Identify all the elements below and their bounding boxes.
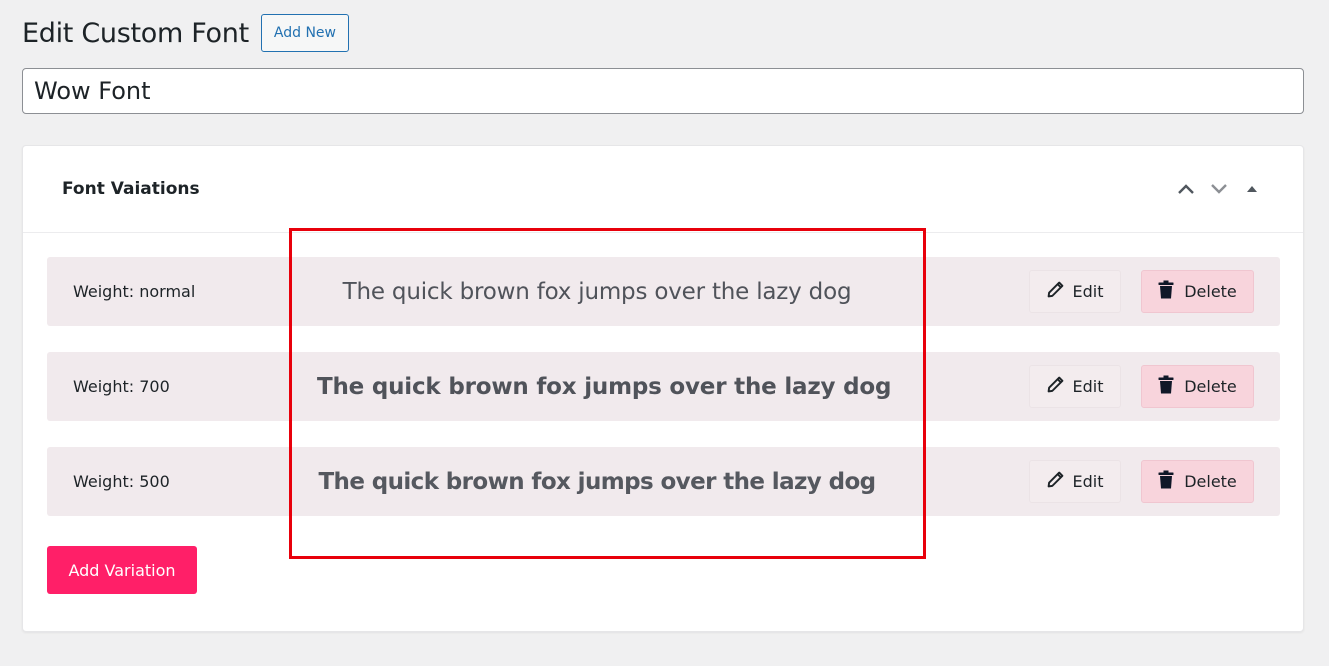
variation-weight-label: Weight: normal [73,282,196,301]
variation-row: Weight: 700 The quick brown fox jumps ov… [47,352,1280,421]
page-heading: Edit Custom Font Add New [22,14,349,52]
toggle-panel-button[interactable] [1238,176,1265,202]
variation-preview-text: The quick brown fox jumps over the lazy … [342,278,852,305]
edit-label: Edit [1072,377,1104,396]
font-variations-panel: Font Vaiations Weight: normal The quick … [22,145,1304,632]
edit-variation-button[interactable]: Edit [1029,365,1121,408]
page-title: Edit Custom Font [22,17,249,49]
chevron-down-icon [1210,183,1228,195]
add-variation-button[interactable]: Add Variation [47,546,197,594]
edit-label: Edit [1072,472,1104,491]
edit-variation-button[interactable]: Edit [1029,460,1121,503]
delete-label: Delete [1184,282,1237,301]
move-up-button[interactable] [1172,176,1199,202]
pencil-icon [1047,471,1064,492]
delete-variation-button[interactable]: Delete [1141,270,1254,313]
variation-preview-text: The quick brown fox jumps over the lazy … [318,468,876,495]
variations-list: Weight: normal The quick brown fox jumps… [47,257,1280,542]
page: Edit Custom Font Add New Font Vaiations [0,0,1329,666]
delete-label: Delete [1184,377,1237,396]
trash-icon [1158,470,1174,493]
pencil-icon [1047,281,1064,302]
variation-row: Weight: normal The quick brown fox jumps… [47,257,1280,326]
panel-title: Font Vaiations [62,179,200,199]
variation-weight-label: Weight: 500 [73,472,170,491]
row-actions: Edit Delete [1029,270,1254,313]
delete-variation-button[interactable]: Delete [1141,365,1254,408]
row-actions: Edit Delete [1029,365,1254,408]
font-name-input[interactable] [22,68,1304,114]
variation-preview-text: The quick brown fox jumps over the lazy … [317,373,892,400]
chevron-up-icon [1177,183,1195,195]
panel-header: Font Vaiations [23,146,1303,233]
delete-label: Delete [1184,472,1237,491]
edit-variation-button[interactable]: Edit [1029,270,1121,313]
row-actions: Edit Delete [1029,460,1254,503]
panel-controls [1172,176,1265,202]
triangle-up-icon [1246,184,1258,194]
edit-label: Edit [1072,282,1104,301]
pencil-icon [1047,376,1064,397]
delete-variation-button[interactable]: Delete [1141,460,1254,503]
move-down-button[interactable] [1205,176,1232,202]
add-new-button[interactable]: Add New [260,14,349,52]
variation-weight-label: Weight: 700 [73,377,170,396]
trash-icon [1158,280,1174,303]
trash-icon [1158,375,1174,398]
variation-row: Weight: 500 The quick brown fox jumps ov… [47,447,1280,516]
